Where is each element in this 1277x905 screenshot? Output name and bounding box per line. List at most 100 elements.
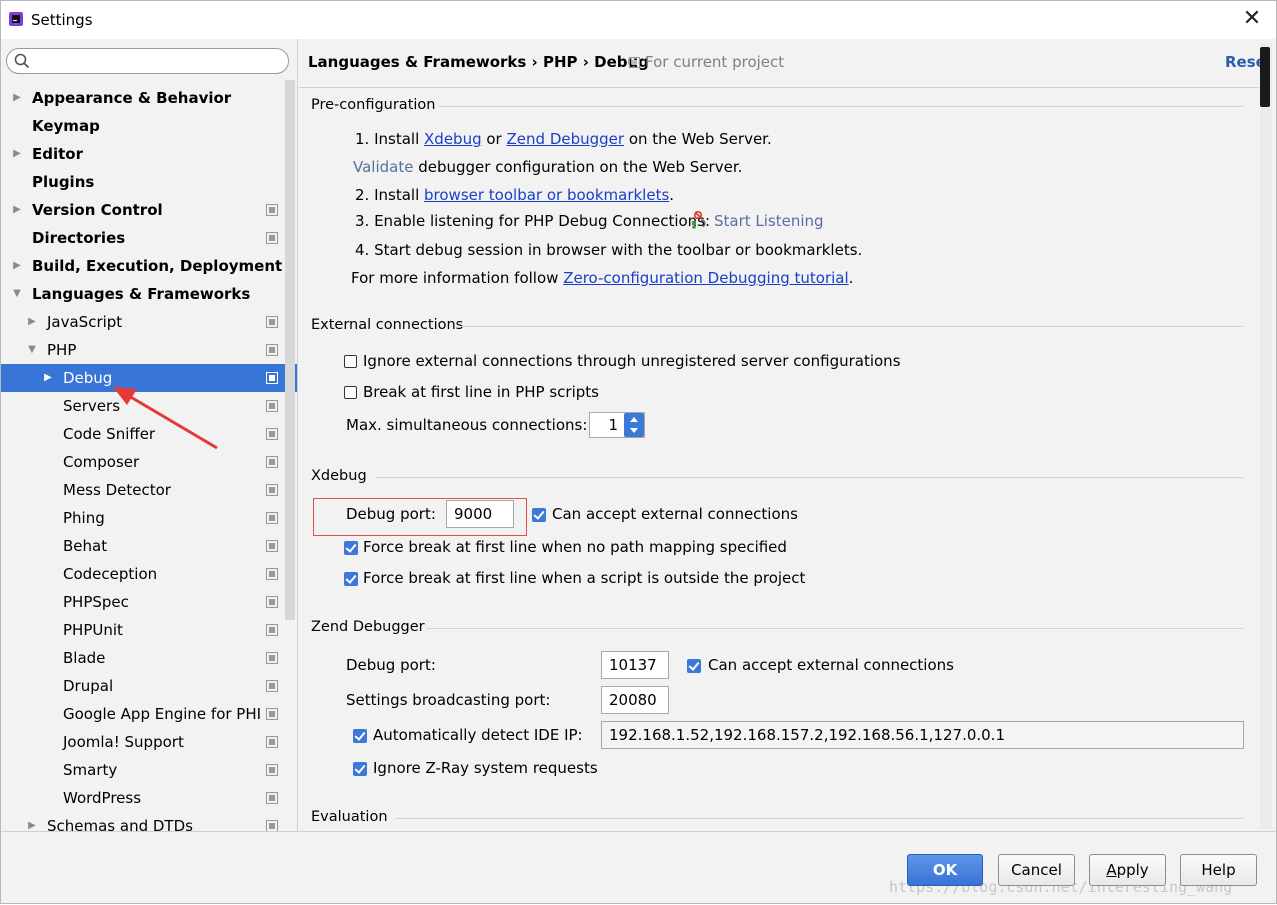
sidebar-item-composer[interactable]: Composer (1, 448, 297, 476)
sidebar-item-label: JavaScript (47, 313, 123, 331)
sidebar-item-servers[interactable]: Servers (1, 392, 297, 420)
sidebar-item-php[interactable]: ▼ PHP (1, 336, 297, 364)
ide-ip-field[interactable]: 192.168.1.52,192.168.157.2,192.168.56.1,… (601, 721, 1244, 749)
collapsed-arrow-icon[interactable]: ▶ (11, 140, 23, 168)
sidebar-item-wordpress[interactable]: WordPress (1, 784, 297, 812)
sidebar-item-google-app-engine-for-phi[interactable]: Google App Engine for PHI (1, 700, 297, 728)
scope-note-text: For current project (645, 53, 785, 71)
search-icon (14, 53, 30, 69)
project-scope-icon (629, 57, 640, 68)
collapsed-arrow-icon[interactable]: ▶ (26, 812, 38, 831)
sidebar-item-directories[interactable]: Directories (1, 224, 297, 252)
apply-button[interactable]: Apply (1089, 854, 1166, 886)
project-scope-icon (266, 624, 278, 636)
sidebar-item-label: PHP (47, 341, 77, 359)
sidebar-item-editor[interactable]: ▶ Editor (1, 140, 297, 168)
ignore-zray-label: Ignore Z-Ray system requests (373, 759, 598, 777)
settings-form: Pre-configuration 1. Install Xdebug or Z… (299, 87, 1259, 831)
debug-settings-panel: Languages & Frameworks › PHP › Debug For… (299, 39, 1276, 831)
start-listening-icon[interactable] (689, 210, 709, 230)
evaluation-divider (395, 818, 1243, 819)
sidebar-item-smarty[interactable]: Smarty (1, 756, 297, 784)
sidebar-item-mess-detector[interactable]: Mess Detector (1, 476, 297, 504)
project-scope-icon (266, 764, 278, 776)
sidebar-item-codeception[interactable]: Codeception (1, 560, 297, 588)
main-scrollbar-thumb[interactable] (1260, 47, 1270, 107)
sidebar-item-label: PHPSpec (63, 593, 129, 611)
sidebar-item-javascript[interactable]: ▶ JavaScript (1, 308, 297, 336)
collapsed-arrow-icon[interactable]: ▶ (11, 196, 23, 224)
help-button[interactable]: Help (1180, 854, 1257, 886)
sidebar-item-behat[interactable]: Behat (1, 532, 297, 560)
sidebar-item-languages-frameworks[interactable]: ▼ Languages & Frameworks (1, 280, 297, 308)
sidebar-item-debug[interactable]: ▶ Debug (1, 364, 297, 392)
project-scope-icon (266, 652, 278, 664)
expanded-arrow-icon[interactable]: ▼ (26, 336, 38, 364)
collapsed-arrow-icon[interactable]: ▶ (26, 308, 38, 336)
sidebar-item-phpunit[interactable]: PHPUnit (1, 616, 297, 644)
broadcast-port-label: Settings broadcasting port: (346, 691, 551, 709)
sidebar-item-schemas-and-dtds[interactable]: ▶ Schemas and DTDs (1, 812, 297, 831)
sidebar-item-code-sniffer[interactable]: Code Sniffer (1, 420, 297, 448)
sidebar-item-version-control[interactable]: ▶ Version Control (1, 196, 297, 224)
sidebar-item-appearance-behavior[interactable]: ▶ Appearance & Behavior (1, 84, 297, 112)
sidebar-item-label: Blade (63, 649, 106, 667)
ignore-zray-checkbox[interactable] (353, 762, 367, 776)
zend-accept-checkbox[interactable] (687, 659, 701, 673)
expanded-arrow-icon[interactable]: ▼ (11, 280, 23, 308)
zend-port-input[interactable]: 10137 (601, 651, 669, 679)
settings-search-box[interactable] (6, 48, 289, 74)
sidebar-item-phpspec[interactable]: PHPSpec (1, 588, 297, 616)
project-scope-icon (266, 316, 278, 328)
close-icon[interactable]: ✕ (1240, 7, 1264, 31)
cancel-button[interactable]: Cancel (998, 854, 1075, 886)
force-break-no-mapping-checkbox[interactable] (344, 541, 358, 555)
xdebug-accept-label: Can accept external connections (552, 505, 798, 523)
sidebar-item-blade[interactable]: Blade (1, 644, 297, 672)
phpstorm-app-icon (9, 12, 23, 26)
sidebar-item-label: Editor (32, 145, 83, 163)
sidebar-item-drupal[interactable]: Drupal (1, 672, 297, 700)
sidebar-item-label: Google App Engine for PHI (63, 705, 262, 723)
project-scope-icon (266, 568, 278, 580)
xdebug-accept-checkbox[interactable] (532, 508, 546, 522)
start-listening-link[interactable]: Start Listening (714, 212, 824, 230)
project-scope-icon (266, 428, 278, 440)
project-scope-icon (266, 204, 278, 216)
sidebar-item-label: Codeception (63, 565, 158, 583)
xdebug-link[interactable]: Xdebug (424, 130, 482, 148)
sidebar-item-phing[interactable]: Phing (1, 504, 297, 532)
settings-search-input[interactable] (35, 51, 280, 71)
sidebar-item-keymap[interactable]: Keymap (1, 112, 297, 140)
collapsed-arrow-icon[interactable]: ▶ (11, 252, 23, 280)
title-bar: Settings ✕ (1, 1, 1276, 39)
collapsed-arrow-icon[interactable]: ▶ (42, 364, 54, 392)
window-title: Settings (31, 11, 93, 29)
validate-link[interactable]: Validate (353, 158, 413, 176)
browser-toolbar-link[interactable]: browser toolbar or bookmarklets (424, 186, 669, 204)
force-break-outside-checkbox[interactable] (344, 572, 358, 586)
broadcast-port-input[interactable]: 20080 (601, 686, 669, 714)
step2-prefix: 2. Install (355, 186, 420, 204)
spinner-arrows[interactable] (624, 413, 644, 437)
sidebar-item-joomla-support[interactable]: Joomla! Support (1, 728, 297, 756)
sidebar-item-plugins[interactable]: Plugins (1, 168, 297, 196)
xdebug-port-input[interactable]: 9000 (446, 500, 514, 528)
sidebar-scrollbar[interactable] (285, 80, 295, 620)
zero-config-tutorial-link[interactable]: Zero-configuration Debugging tutorial (563, 269, 848, 287)
project-scope-icon (266, 232, 278, 244)
ok-button[interactable]: OK (907, 854, 983, 886)
break-first-line-checkbox[interactable] (344, 386, 357, 399)
auto-detect-ip-checkbox[interactable] (353, 729, 367, 743)
sidebar-item-build-execution-deployment[interactable]: ▶ Build, Execution, Deployment (1, 252, 297, 280)
validate-line: Validate debugger configuration on the W… (353, 158, 742, 176)
xdebug-title: Xdebug (311, 468, 367, 484)
more-info-prefix: For more information follow (351, 269, 559, 287)
collapsed-arrow-icon[interactable]: ▶ (11, 84, 23, 112)
sidebar-item-label: Appearance & Behavior (32, 89, 232, 107)
settings-window: Settings ✕ ▶ Appearance & Behavior Keymap ▶… (0, 0, 1277, 904)
zend-debugger-link[interactable]: Zend Debugger (507, 130, 625, 148)
step1-or: or (486, 130, 502, 148)
ignore-external-checkbox[interactable] (344, 355, 357, 368)
main-scrollbar-track[interactable] (1260, 43, 1272, 829)
